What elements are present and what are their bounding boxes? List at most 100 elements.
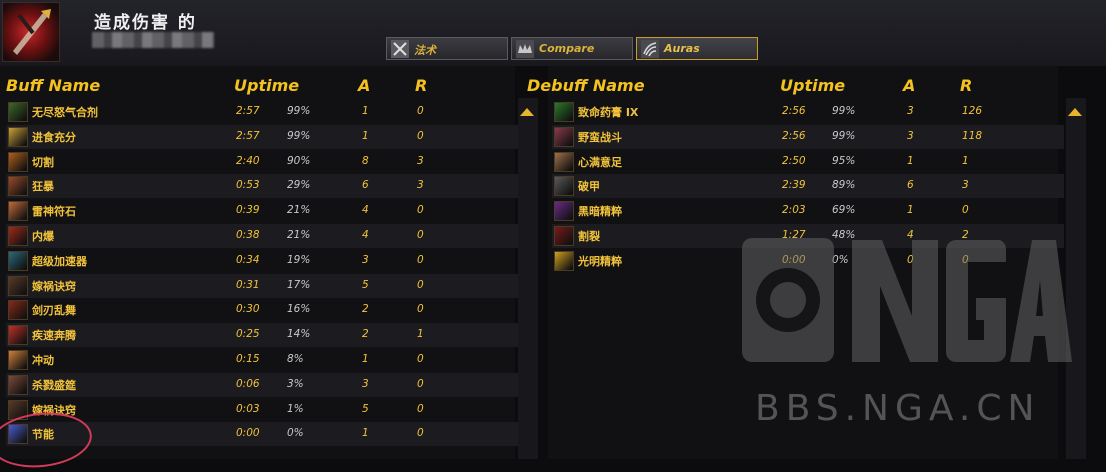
uptime-percent: 14% xyxy=(287,328,311,341)
uptime-percent: 99% xyxy=(287,105,311,117)
list-item[interactable]: 剑刃乱舞 0:30 16% 2 0 xyxy=(6,298,518,322)
aura-icon xyxy=(554,201,574,222)
list-item[interactable]: 心满意足 2:50 95% 1 1 xyxy=(552,150,1064,174)
aura-icon xyxy=(554,250,574,271)
uptime-time: 2:40 xyxy=(236,154,260,167)
list-item[interactable]: 杀戮盛筵 0:06 3% 3 0 xyxy=(6,372,518,397)
uptime-time: 2:57 xyxy=(236,129,260,142)
refresh-count: 0 xyxy=(417,129,424,142)
apply-count: 1 xyxy=(907,154,914,167)
uptime-time: 2:56 xyxy=(782,129,806,142)
crossed-swords-icon xyxy=(391,40,409,58)
page-title: 造成伤害 的 xyxy=(94,13,197,33)
uptime-percent: 0% xyxy=(287,427,304,440)
aura-icon xyxy=(554,226,574,246)
aura-icon xyxy=(554,151,574,172)
tab-auras[interactable]: Auras xyxy=(636,37,758,60)
apply-count: 5 xyxy=(362,278,369,291)
tab-compare[interactable]: Compare xyxy=(511,37,633,60)
refresh-count: 0 xyxy=(417,105,424,117)
tab-label: 法术 xyxy=(414,44,436,57)
apply-count: 1 xyxy=(907,204,914,217)
aura-icon xyxy=(8,374,28,395)
apply-count: 1 xyxy=(362,427,369,440)
buff-r-header: R xyxy=(415,76,428,95)
list-item[interactable]: 黑暗精粹 2:03 69% 1 0 xyxy=(552,199,1064,223)
aura-icon xyxy=(8,102,28,122)
uptime-time: 2:03 xyxy=(782,204,806,217)
apply-count: 6 xyxy=(362,179,369,192)
list-item[interactable]: 破甲 2:39 89% 6 3 xyxy=(552,174,1064,199)
list-item[interactable]: 内爆 0:38 21% 4 0 xyxy=(6,224,518,248)
tab-label: Compare xyxy=(539,42,595,55)
refresh-count: 126 xyxy=(962,105,983,117)
apply-count: 2 xyxy=(362,328,369,341)
list-item[interactable]: 切割 2:40 90% 8 3 xyxy=(6,150,518,174)
uptime-percent: 19% xyxy=(287,253,311,266)
scroll-up-arrow-icon[interactable] xyxy=(1068,108,1082,116)
refresh-count: 0 xyxy=(417,353,424,365)
uptime-percent: 3% xyxy=(287,377,304,390)
list-item[interactable]: 致命药膏 IX 2:56 99% 3 126 xyxy=(552,100,1064,124)
uptime-time: 0:31 xyxy=(236,278,260,291)
aura-icon xyxy=(554,126,574,147)
uptime-percent: 99% xyxy=(287,129,311,142)
apply-count: 8 xyxy=(362,154,369,167)
buff-name-header: Buff Name xyxy=(6,76,101,95)
aura-name: 致命药膏 IX xyxy=(578,106,639,119)
aura-name: 杀戮盛筵 xyxy=(32,378,76,392)
uptime-time: 0:30 xyxy=(236,303,260,316)
debuff-name-header: Debuff Name xyxy=(527,76,645,95)
watermark-url: BBS.NGA.CN xyxy=(755,388,1041,429)
aura-icon xyxy=(8,250,28,271)
uptime-time: 0:25 xyxy=(236,328,260,341)
aura-name: 黑暗精粹 xyxy=(578,205,622,219)
list-item[interactable]: 疾速奔腾 0:25 14% 2 1 xyxy=(6,323,518,348)
blurred-player-name xyxy=(92,32,214,48)
uptime-percent: 21% xyxy=(287,229,311,241)
aura-name: 破甲 xyxy=(578,180,600,194)
aura-name: 嫁祸诀窍 xyxy=(32,279,76,293)
uptime-percent: 90% xyxy=(287,154,311,167)
list-item[interactable]: 狂暴 0:53 29% 6 3 xyxy=(6,174,518,199)
uptime-time: 0:00 xyxy=(236,427,260,440)
uptime-time: 0:03 xyxy=(236,402,260,415)
aura-icon xyxy=(8,126,28,147)
player-portrait xyxy=(2,2,60,62)
buff-scrollbar[interactable] xyxy=(518,98,538,459)
tab-spells[interactable]: 法术 xyxy=(386,37,508,60)
list-item[interactable]: 雷神符石 0:39 21% 4 0 xyxy=(6,199,518,223)
list-item[interactable]: 超级加速器 0:34 19% 3 0 xyxy=(6,249,518,273)
aura-icon xyxy=(8,151,28,172)
apply-count: 1 xyxy=(362,353,369,365)
aura-name: 切割 xyxy=(32,155,54,169)
buff-panel: Buff Name Uptime A R 无尽怒气合剂 2:57 99% 1 0 进食充分… xyxy=(0,66,518,459)
buff-uptime-header: Uptime xyxy=(234,76,300,95)
list-item[interactable]: 无尽怒气合剂 2:57 99% 1 0 xyxy=(6,100,518,124)
apply-count: 6 xyxy=(907,179,914,192)
aura-name: 雷神符石 xyxy=(32,205,76,219)
list-item[interactable]: 野蛮战斗 2:56 99% 3 118 xyxy=(552,124,1064,149)
refresh-count: 0 xyxy=(417,303,424,316)
aura-icon xyxy=(8,300,28,321)
uptime-time: 2:56 xyxy=(782,105,806,117)
aura-name: 超级加速器 xyxy=(32,254,87,268)
scroll-up-arrow-icon[interactable] xyxy=(520,108,534,116)
list-item[interactable]: 嫁祸诀窍 0:31 17% 5 0 xyxy=(6,273,518,298)
list-item[interactable]: 嫁祸诀窍 0:03 1% 5 0 xyxy=(6,398,518,422)
apply-count: 1 xyxy=(362,129,369,142)
refresh-count: 3 xyxy=(417,179,424,192)
list-item[interactable]: 进食充分 2:57 99% 1 0 xyxy=(6,124,518,149)
apply-count: 3 xyxy=(907,129,914,142)
uptime-percent: 17% xyxy=(287,278,311,291)
debuff-a-header: A xyxy=(903,76,916,95)
refresh-count: 0 xyxy=(417,204,424,217)
apply-count: 4 xyxy=(362,229,369,241)
crown-icon xyxy=(516,40,534,58)
uptime-time: 0:34 xyxy=(236,253,260,266)
uptime-percent: 16% xyxy=(287,303,311,316)
apply-count: 3 xyxy=(907,105,914,117)
uptime-time: 0:53 xyxy=(236,179,260,192)
refresh-count: 0 xyxy=(417,278,424,291)
list-item[interactable]: 冲动 0:15 8% 1 0 xyxy=(6,348,518,372)
